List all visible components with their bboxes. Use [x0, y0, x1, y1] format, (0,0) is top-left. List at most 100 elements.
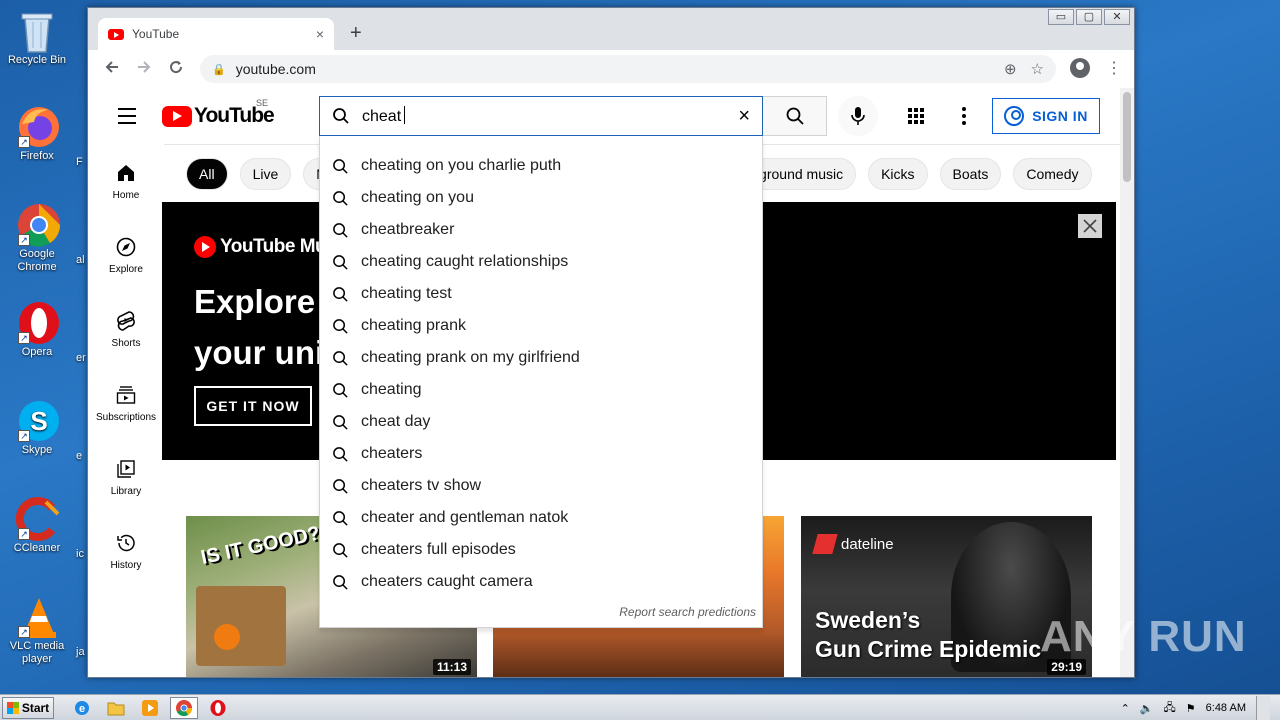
- show-desktop-button[interactable]: [1256, 696, 1270, 720]
- search-suggestion[interactable]: cheating on you: [320, 182, 762, 214]
- compass-icon: [115, 236, 137, 258]
- guide-item-subscriptions[interactable]: Subscriptions: [88, 366, 164, 440]
- maximize-button[interactable]: ▢: [1076, 9, 1102, 25]
- desktop-icon-ccleaner[interactable]: ↗ CCleaner: [6, 496, 68, 555]
- chip-all[interactable]: All: [186, 157, 228, 190]
- desktop-icon-vlc[interactable]: ↗ VLC media player: [6, 594, 68, 666]
- user-circle-icon: [1004, 106, 1025, 126]
- reload-button[interactable]: [160, 59, 192, 80]
- desktop-partial-label: ja: [76, 646, 85, 658]
- desktop-icon-label: Google Chrome: [17, 248, 57, 273]
- desktop-partial-label: al: [76, 254, 85, 266]
- internet-explorer-icon: e: [75, 700, 89, 715]
- search-icon: [333, 542, 348, 558]
- hamburger-menu-icon[interactable]: [118, 108, 136, 129]
- taskbar-ie[interactable]: e: [68, 697, 96, 719]
- apps-grid-icon[interactable]: [908, 108, 924, 124]
- page-scrollbar[interactable]: [1120, 88, 1134, 677]
- search-suggestion[interactable]: cheaters full episodes: [320, 534, 762, 566]
- minimize-button[interactable]: ▭: [1048, 9, 1074, 25]
- start-button[interactable]: Start: [2, 696, 54, 719]
- guide-item-shorts[interactable]: Shorts: [88, 292, 164, 366]
- close-window-button[interactable]: ✕: [1104, 9, 1130, 25]
- back-button[interactable]: [96, 59, 128, 80]
- search-suggestion[interactable]: cheating: [320, 374, 762, 406]
- desktop-icon-chrome[interactable]: ↗ Google Chrome: [6, 202, 68, 274]
- taskbar-chrome[interactable]: [170, 696, 198, 719]
- guide-label: Home: [112, 189, 140, 201]
- clear-search-button[interactable]: ×: [738, 105, 750, 128]
- action-center-flag-icon[interactable]: ⚑: [1186, 702, 1196, 715]
- tray-expand-icon[interactable]: ⌃: [1121, 702, 1130, 715]
- search-suggestion[interactable]: cheaters caught camera: [320, 566, 762, 598]
- desktop-icon-label: Skype: [21, 444, 53, 456]
- search-suggestion[interactable]: cheater and gentleman natok: [320, 502, 762, 534]
- search-suggestion[interactable]: cheat day: [320, 406, 762, 438]
- shorts-icon: [115, 310, 137, 332]
- search-suggestion[interactable]: cheaters tv show: [320, 470, 762, 502]
- search-icon: [333, 190, 348, 206]
- svg-text:S: S: [30, 406, 47, 436]
- guide-item-library[interactable]: Library: [88, 440, 164, 514]
- youtube-logo[interactable]: YouTube SE: [162, 98, 275, 128]
- search-suggestion[interactable]: cheating test: [320, 278, 762, 310]
- search-suggestion[interactable]: cheaters: [320, 438, 762, 470]
- guide-label: Subscriptions: [95, 411, 157, 423]
- suggestion-text: cheating on you: [361, 189, 474, 206]
- chip-comedy[interactable]: Comedy: [1013, 157, 1092, 190]
- thumbnail-overlay-text: IS IT GOOD?!: [199, 520, 329, 570]
- firefox-icon: ↗: [16, 104, 59, 148]
- profile-avatar-icon[interactable]: [1070, 58, 1090, 78]
- desktop-icon-opera[interactable]: ↗ Opera: [6, 300, 68, 359]
- get-it-now-button[interactable]: GET IT NOW: [194, 386, 312, 426]
- search-input[interactable]: cheat ×: [319, 96, 763, 136]
- clock[interactable]: 6:48 AM: [1206, 702, 1246, 714]
- report-predictions-link[interactable]: Report search predictions: [619, 605, 756, 619]
- chip-kicks[interactable]: Kicks: [868, 157, 928, 190]
- subscriptions-icon: [115, 384, 137, 406]
- browser-menu-icon[interactable]: ⋮: [1106, 58, 1122, 78]
- search-suggestion[interactable]: cheating prank: [320, 310, 762, 342]
- tab-title: YouTube: [132, 27, 180, 41]
- bookmark-star-icon[interactable]: ☆: [1031, 60, 1044, 78]
- search-suggestion[interactable]: cheating on you charlie puth: [320, 150, 762, 182]
- taskbar-media-player[interactable]: [136, 697, 164, 719]
- tab-youtube[interactable]: YouTube ×: [98, 18, 334, 50]
- guide-item-home[interactable]: Home: [88, 144, 164, 218]
- guide-item-explore[interactable]: Explore: [88, 218, 164, 292]
- new-tab-button[interactable]: +: [350, 22, 362, 45]
- suggestion-text: cheaters: [361, 445, 423, 462]
- search-suggestion[interactable]: cheating caught relationships: [320, 246, 762, 278]
- search-suggestion[interactable]: cheatbreaker: [320, 214, 762, 246]
- shortcut-arrow-icon: ↗: [18, 136, 30, 148]
- forward-button[interactable]: [128, 59, 160, 80]
- chip-live[interactable]: Live: [239, 157, 292, 190]
- settings-dots-icon[interactable]: [962, 107, 966, 128]
- address-bar[interactable]: 🔒 youtube.com ⊕ ☆: [200, 55, 1056, 83]
- sign-in-button[interactable]: SIGN IN: [992, 98, 1100, 134]
- taskbar-opera[interactable]: [204, 697, 232, 719]
- guide-sidebar: Home Explore Shorts Subscriptions Librar…: [88, 144, 164, 588]
- tab-close-button[interactable]: ×: [316, 26, 324, 42]
- chrome-icon: [176, 699, 193, 716]
- desktop-icon-skype[interactable]: S ↗ Skype: [6, 398, 68, 457]
- search-button[interactable]: [763, 96, 827, 136]
- taskbar-explorer[interactable]: [102, 697, 130, 719]
- search-suggestion[interactable]: cheating prank on my girlfriend: [320, 342, 762, 374]
- folder-icon: [107, 702, 125, 715]
- desktop-icon-firefox[interactable]: ↗ Firefox: [6, 104, 68, 163]
- network-icon[interactable]: 🖧: [1164, 699, 1176, 718]
- guide-label: Library: [110, 485, 142, 497]
- sign-in-label: SIGN IN: [1032, 108, 1088, 124]
- desktop-icon-recycle-bin[interactable]: Recycle Bin: [6, 8, 68, 67]
- scrollbar-thumb[interactable]: [1123, 92, 1131, 182]
- tab-strip: YouTube × + ▭ ▢ ✕: [88, 8, 1134, 50]
- install-app-icon[interactable]: ⊕: [1004, 60, 1017, 78]
- voice-search-button[interactable]: [838, 96, 878, 136]
- suggestion-text: cheaters tv show: [361, 477, 482, 494]
- volume-icon[interactable]: 🔈: [1140, 702, 1154, 715]
- guide-item-history[interactable]: History: [88, 514, 164, 588]
- country-code: SE: [256, 98, 269, 108]
- chip-boats[interactable]: Boats: [939, 157, 1002, 190]
- dismiss-banner-button[interactable]: [1078, 214, 1102, 238]
